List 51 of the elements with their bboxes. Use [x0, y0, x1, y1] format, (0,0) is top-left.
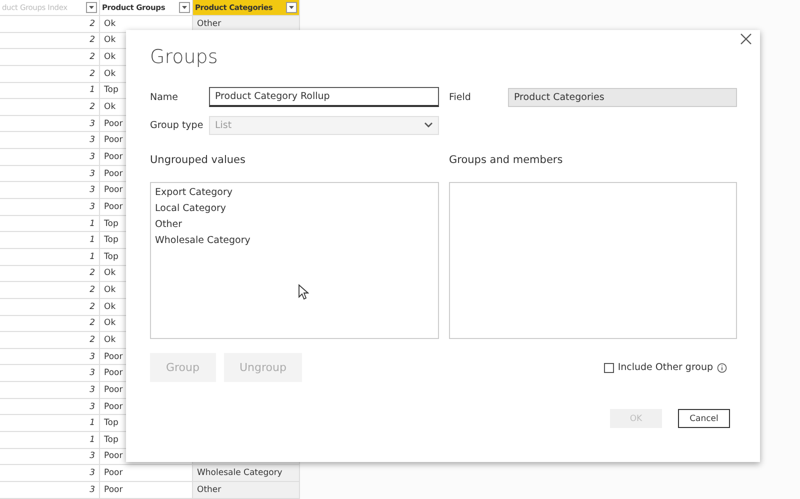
groups-heading: Groups and members	[449, 154, 564, 168]
table-cell: 3	[0, 365, 100, 382]
filter-button[interactable]	[86, 2, 97, 13]
filter-button[interactable]	[286, 2, 297, 13]
table-cell: 3	[0, 482, 100, 499]
chevron-icon	[424, 122, 433, 128]
table-cell: 2	[0, 282, 100, 299]
dropdown-icon	[89, 6, 94, 9]
table-cell: 1	[0, 232, 100, 249]
table-cell: 3	[0, 199, 100, 216]
table-cell: 3	[0, 166, 100, 182]
checkbox-label: Include Other group	[618, 362, 713, 373]
table-cell: 2	[0, 332, 100, 349]
table-cell: 2	[0, 298, 100, 316]
table-cell: 1	[0, 432, 100, 449]
table-cell: 2	[0, 49, 100, 66]
table-cell: 2	[0, 316, 100, 332]
table-cell: 3	[0, 465, 100, 482]
table-cell: 1	[0, 415, 100, 432]
close-button[interactable]	[740, 33, 754, 47]
name-input[interactable]: Product Category Rollup	[209, 87, 439, 107]
table-cell: 1	[0, 216, 100, 232]
dialog-button[interactable]: Cancel	[678, 409, 730, 428]
checkbox[interactable]	[604, 362, 614, 372]
table-cell: 2	[0, 32, 100, 50]
table-cell: 2	[0, 99, 100, 116]
table-cell: 2	[0, 16, 100, 33]
field-value: Product Categories	[508, 88, 737, 106]
dropdown-icon	[182, 6, 187, 9]
table-cell: 1	[0, 82, 100, 100]
table-cell: 3	[0, 382, 100, 399]
table-cell: 3	[0, 348, 100, 366]
table-cell: 3	[0, 182, 100, 200]
filter-button[interactable]	[179, 2, 190, 13]
table-cell: 3	[0, 398, 100, 416]
table-cell: 3	[0, 448, 100, 466]
table-cell: 3	[0, 149, 100, 166]
table-cell: 2	[0, 266, 100, 282]
table-cell: Poor	[100, 465, 193, 482]
close-icon	[740, 33, 752, 45]
table-cell: 2	[0, 66, 100, 83]
table-cell: 3	[0, 132, 100, 150]
table-cell: 3	[0, 116, 100, 132]
info-icon	[717, 362, 727, 372]
table-cell: Wholesale Category	[193, 465, 300, 482]
cursor-icon	[298, 284, 309, 300]
table-cell: Other	[193, 482, 300, 499]
dropdown-icon	[289, 6, 294, 9]
field-label: Field	[449, 92, 472, 102]
table-cell: 1	[0, 248, 100, 266]
table-cell: Poor	[100, 482, 193, 499]
